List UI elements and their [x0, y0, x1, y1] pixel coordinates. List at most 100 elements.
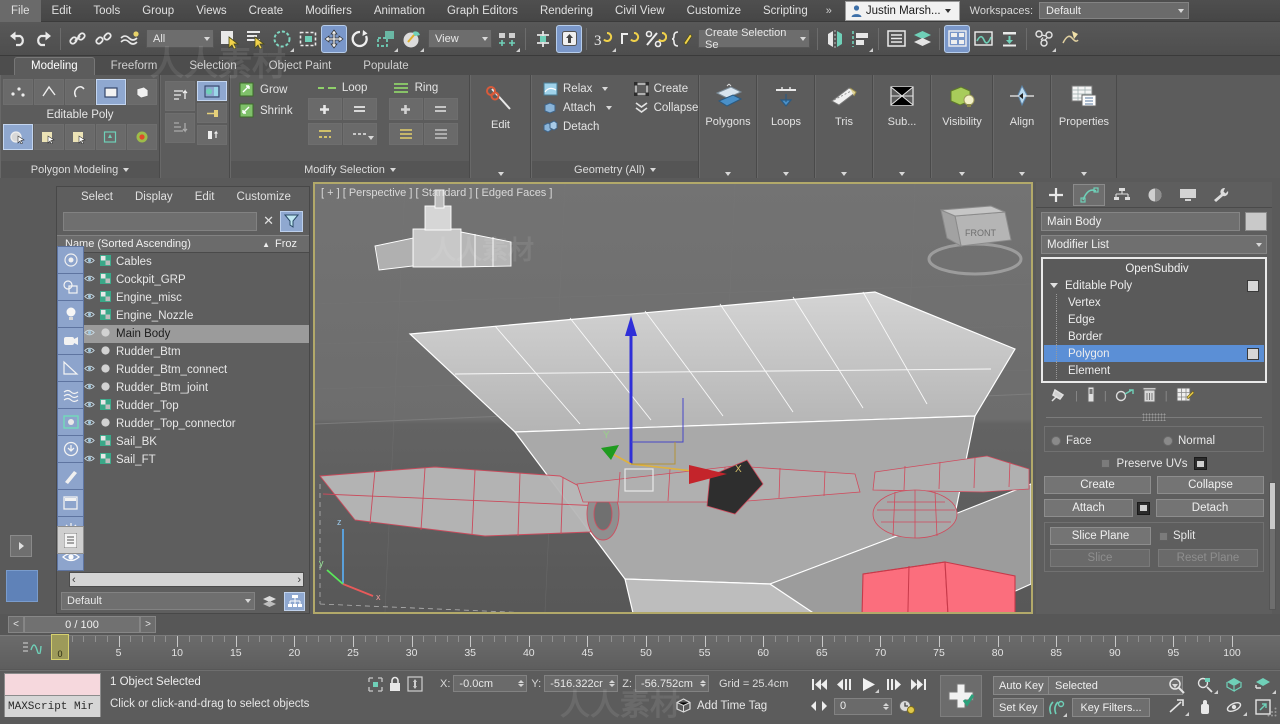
visibility-eye-icon[interactable]: [84, 310, 95, 322]
remove-modifier-icon[interactable]: [1142, 386, 1157, 406]
edit-panel-content[interactable]: Edit: [471, 75, 530, 178]
table-row[interactable]: Rudder_Btm: [57, 343, 309, 361]
menu-item-file[interactable]: File: [0, 0, 41, 22]
select-and-manipulate-icon[interactable]: [530, 25, 556, 53]
visibility-eye-icon[interactable]: [84, 436, 95, 448]
menu-item-graph-editors[interactable]: Graph Editors: [436, 0, 529, 22]
table-row[interactable]: Rudder_Top_connector: [57, 415, 309, 433]
auto-key-button[interactable]: Auto Key: [993, 676, 1050, 695]
timeline-ruler[interactable]: 0 5 10 15 20 25 30 35 40 45 50 55 60 65 70 75 80 85 90 95 10…: [0, 634, 1280, 669]
undo-icon[interactable]: [4, 25, 30, 53]
detach-button[interactable]: Detach: [540, 119, 615, 135]
ribbon-tab-selection[interactable]: Selection: [173, 57, 252, 75]
axis-spinner[interactable]: [518, 680, 525, 687]
modify-tab[interactable]: [1073, 183, 1105, 206]
split-group[interactable]: Split: [1159, 530, 1258, 542]
ribbon-tab-freeform[interactable]: Freeform: [95, 57, 174, 75]
use-softsel-icon[interactable]: [96, 124, 126, 150]
track-bar-toggle-icon[interactable]: [22, 640, 42, 657]
normal-radio-option[interactable]: Normal: [1163, 435, 1257, 447]
hierarchy-tab[interactable]: [1106, 184, 1138, 206]
material-editor-icon[interactable]: [1031, 25, 1057, 53]
selection-lock-region-icon[interactable]: [368, 676, 383, 695]
shrink-button[interactable]: Shrink: [236, 102, 296, 119]
step-mode-icon[interactable]: [197, 125, 227, 145]
absolute-relative-toggle-icon[interactable]: [407, 676, 423, 695]
angle-snap-icon[interactable]: 3: [591, 25, 617, 53]
visibility-eye-icon[interactable]: [84, 382, 95, 394]
reset-plane-button[interactable]: Reset Plane: [1158, 549, 1258, 567]
ring-shift-icon[interactable]: [423, 98, 458, 120]
maxscript-mini-listener[interactable]: MAXScript Mir: [4, 673, 101, 717]
modifier-stack[interactable]: OpenSubdiv Editable Poly Vertex Edge Border P…: [1041, 257, 1267, 383]
selection-tools-icon[interactable]: [57, 462, 84, 490]
scene-explorer-column-header[interactable]: Name (Sorted Ascending) ▲ Froz: [57, 235, 309, 253]
select-by-name-icon[interactable]: [243, 25, 269, 53]
configure-modifier-sets-icon[interactable]: [1176, 386, 1194, 406]
attach-chevron-down-icon[interactable]: [605, 106, 612, 110]
menu-item-create[interactable]: Create: [238, 0, 295, 22]
select-and-link-icon[interactable]: [65, 25, 91, 53]
align-icon[interactable]: [848, 25, 874, 53]
visibility-eye-icon[interactable]: [84, 400, 95, 412]
create-button[interactable]: Create: [1044, 476, 1151, 494]
select-and-place-icon[interactable]: [399, 25, 425, 53]
prev-frame-button[interactable]: <: [8, 616, 24, 633]
stack-toggle-checkbox[interactable]: [1247, 347, 1259, 360]
go-to-start-icon[interactable]: [808, 674, 830, 694]
viewport-perspective[interactable]: X Y z x y FRONT [+] [Perspective] […: [313, 182, 1033, 614]
selection-filter-combo[interactable]: All: [146, 29, 214, 48]
modifier-stack-item-border[interactable]: Border: [1044, 328, 1264, 345]
select-and-scale-icon[interactable]: [373, 25, 399, 53]
key-filters-button[interactable]: Key Filters...: [1072, 698, 1150, 717]
display-floater-icon[interactable]: [57, 408, 84, 436]
table-row[interactable]: Sail_FT: [57, 451, 309, 469]
display-color-icon[interactable]: [57, 246, 84, 274]
subdivision-dropdown[interactable]: [874, 172, 930, 176]
lights-icon[interactable]: [57, 300, 84, 328]
relax-chevron-down-icon[interactable]: [602, 87, 609, 91]
edit-named-selection-icon[interactable]: [669, 25, 695, 53]
visibility-eye-icon[interactable]: [84, 418, 95, 430]
ribbon-button-loops[interactable]: Loops: [757, 75, 815, 178]
modifier-stack-item-editable-poly[interactable]: Editable Poly: [1044, 277, 1264, 294]
ribbon-tab-object-paint[interactable]: Object Paint: [253, 57, 348, 75]
time-spinner[interactable]: [883, 702, 889, 710]
window-crossing-icon[interactable]: [295, 25, 321, 53]
vertex-subobject-icon[interactable]: [3, 79, 33, 105]
time-configuration-icon[interactable]: [896, 696, 918, 716]
visibility-eye-icon[interactable]: [84, 256, 95, 268]
snaps-toggle-icon[interactable]: [556, 24, 582, 53]
viewport-label[interactable]: [ + ] [ Perspective ] [ Standard ] [ Edg…: [321, 187, 552, 199]
ring-button[interactable]: Ring: [389, 81, 458, 95]
collapse-button[interactable]: Collapse: [1157, 476, 1264, 494]
table-row[interactable]: Main Body: [57, 325, 309, 343]
menu-item-views[interactable]: Views: [185, 0, 237, 22]
object-color-swatch[interactable]: [1245, 212, 1267, 231]
ribbon-button-align[interactable]: Align: [993, 75, 1051, 178]
element-subobject-icon[interactable]: [127, 79, 157, 105]
dot-ring-icon[interactable]: [388, 123, 423, 145]
axis-spinner[interactable]: [609, 680, 616, 687]
use-pivot-center-icon[interactable]: [495, 25, 521, 53]
menu-item-rendering[interactable]: Rendering: [529, 0, 604, 22]
horizontal-scrollbar[interactable]: ‹ ›: [69, 572, 304, 587]
ribbon-panel-title-geometry[interactable]: Geometry (All): [532, 161, 698, 178]
resize-grip-icon[interactable]: [1267, 707, 1277, 717]
swift-loop-icon[interactable]: [34, 124, 64, 150]
table-row[interactable]: Cables: [57, 253, 309, 271]
percent-snap-icon[interactable]: [617, 25, 643, 53]
detach-button[interactable]: Detach: [1156, 499, 1264, 517]
modifier-list-dropdown[interactable]: Modifier List: [1041, 235, 1267, 254]
frame-counter[interactable]: 0 / 100: [24, 616, 140, 633]
ring-mode-icon[interactable]: [423, 123, 458, 145]
menu-overflow-button[interactable]: »: [819, 5, 839, 17]
menu-item-scripting[interactable]: Scripting: [752, 0, 819, 22]
menu-item-animation[interactable]: Animation: [363, 0, 436, 22]
explorer-preset-select[interactable]: Default: [61, 592, 255, 610]
set-key-button[interactable]: Set Key: [993, 698, 1044, 717]
visibility-eye-icon[interactable]: [84, 274, 95, 286]
clear-search-icon[interactable]: ✕: [263, 213, 274, 229]
border-subobject-icon[interactable]: [65, 79, 95, 105]
create-tab[interactable]: [1040, 184, 1072, 206]
